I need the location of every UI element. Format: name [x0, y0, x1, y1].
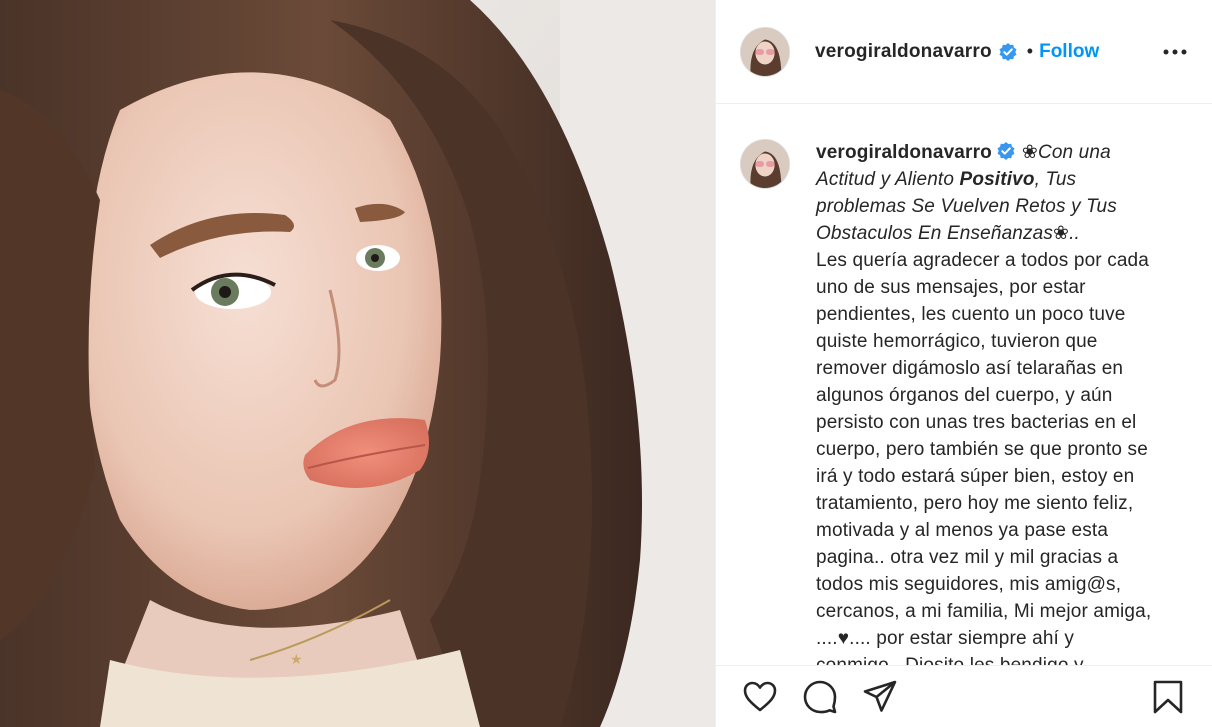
author-username[interactable]: verogiraldonavarro: [815, 41, 992, 63]
caption-line-b-end: ..: [1069, 223, 1080, 244]
share-icon[interactable]: [860, 677, 900, 717]
header-user: verogiraldonavarro • Follow: [815, 41, 1099, 63]
flower-close: ❀: [1053, 223, 1070, 244]
follow-button[interactable]: Follow: [1039, 41, 1099, 63]
caption-area: verogiraldonavarro ❀Con una Actitud y Ali…: [716, 105, 1212, 665]
post-header: verogiraldonavarro • Follow: [716, 0, 1212, 104]
svg-text:★: ★: [290, 652, 303, 668]
action-bar: [716, 665, 1212, 727]
more-horizontal-icon[interactable]: [1162, 39, 1188, 65]
comment-icon[interactable]: [800, 677, 840, 717]
caption-body: Les quería agradecer a todos por cada un…: [816, 250, 1152, 665]
portrait-image: ★: [0, 0, 715, 727]
separator-dot: •: [1026, 41, 1034, 61]
verified-badge-icon: [998, 42, 1018, 62]
caption-author-avatar[interactable]: [740, 139, 790, 189]
caption-username[interactable]: verogiraldonavarro: [816, 142, 992, 163]
caption-line-a-bold: Positivo: [959, 169, 1035, 190]
flower-open: ❀: [1021, 142, 1038, 163]
caption-text: verogiraldonavarro ❀Con una Actitud y Ali…: [816, 139, 1156, 665]
post-side-panel: verogiraldonavarro • Follow verogiraldon…: [715, 0, 1212, 727]
caption-verified-badge-icon: [996, 141, 1016, 161]
bookmark-icon[interactable]: [1148, 677, 1188, 717]
author-avatar[interactable]: [740, 26, 790, 77]
heart-icon[interactable]: [740, 677, 780, 717]
post-photo[interactable]: ★: [0, 0, 715, 727]
